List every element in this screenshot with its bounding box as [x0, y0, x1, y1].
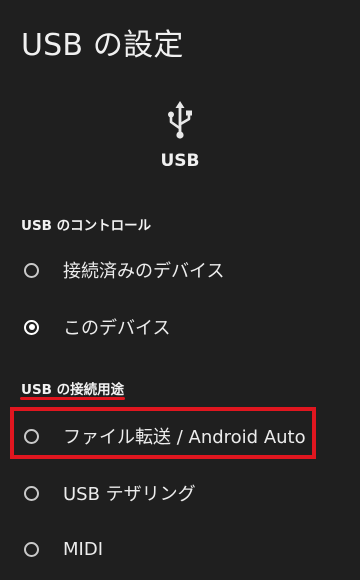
option-label: このデバイス: [63, 318, 171, 339]
usb-label: USB: [160, 151, 200, 171]
page-title: USB の設定: [21, 28, 184, 63]
annotation-underline: [20, 397, 125, 400]
section-header-usb-purpose: USB の接続用途: [21, 382, 125, 398]
section-header-usb-control: USB のコントロール: [21, 218, 152, 234]
option-midi[interactable]: MIDI: [0, 525, 360, 573]
annotation-highlight-box: [10, 407, 316, 459]
option-this-device[interactable]: このデバイス: [0, 303, 360, 351]
option-label: MIDI: [63, 538, 104, 560]
option-connected-device[interactable]: 接続済みのデバイス: [0, 246, 360, 294]
radio-button[interactable]: [24, 541, 39, 557]
option-label: 接続済みのデバイス: [63, 261, 225, 282]
usb-icon: [168, 101, 192, 139]
radio-button-selected[interactable]: [24, 319, 39, 335]
radio-button[interactable]: [24, 485, 39, 501]
option-usb-tethering[interactable]: USB テザリング: [0, 469, 360, 517]
option-label: USB テザリング: [63, 484, 196, 505]
radio-button[interactable]: [24, 262, 39, 278]
